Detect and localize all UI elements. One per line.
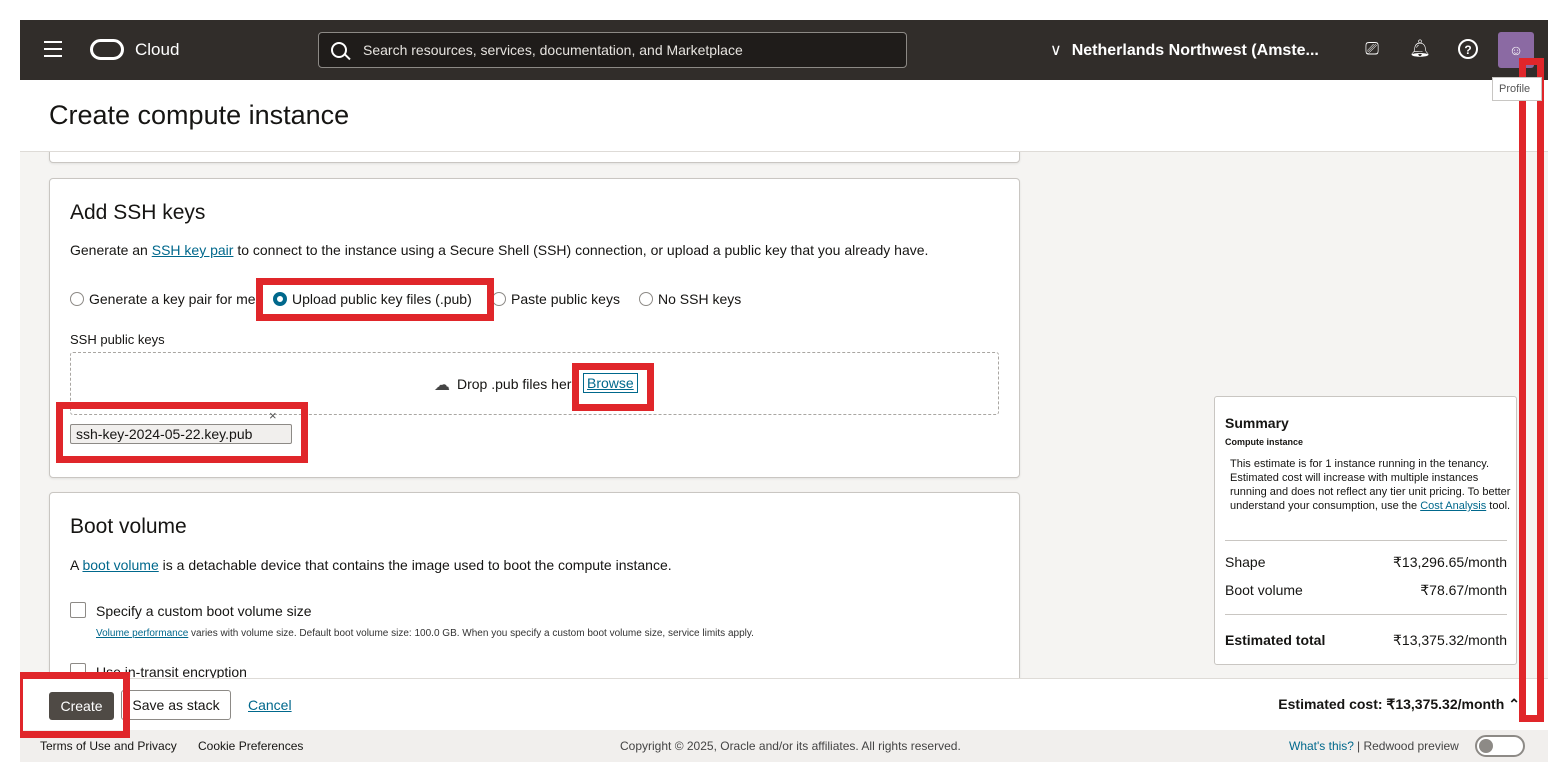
brand-name[interactable]: Cloud [135, 40, 179, 60]
radio-label: Upload public key files (.pub) [292, 291, 472, 307]
radio-button-selected[interactable] [273, 292, 287, 306]
page-header: Create compute instance [20, 80, 1548, 152]
boot-cost-row: Boot volume ₹78.67/month [1225, 582, 1507, 598]
cookie-preferences-link[interactable]: Cookie Preferences [198, 739, 303, 753]
upload-cloud-icon: ☁ [434, 377, 450, 394]
page-footer: Terms of Use and Privacy Cookie Preferen… [20, 730, 1548, 762]
in-transit-encryption-label: Use in-transit encryption [96, 664, 247, 678]
profile-tooltip: Profile [1492, 77, 1542, 101]
main-content[interactable]: Add SSH keys Generate an SSH key pair to… [20, 152, 1548, 678]
in-transit-encryption-checkbox[interactable] [70, 663, 86, 678]
boot-label: Boot volume [1225, 582, 1303, 598]
boot-desc-text: A [70, 557, 83, 573]
estimated-cost-text: Estimated cost: ₹13,375.32/month [1278, 696, 1505, 712]
top-navigation-bar: Cloud ∨ Netherlands Northwest (Amste... ⎚… [20, 20, 1548, 80]
radio-label: Paste public keys [511, 291, 620, 307]
region-name: Netherlands Northwest (Amste... [1071, 42, 1319, 59]
radio-button[interactable] [492, 292, 506, 306]
summary-note-end: tool. [1486, 500, 1511, 512]
cloud-shell-icon[interactable]: ⎚ [1361, 38, 1383, 60]
bell-icon[interactable]: 🔔︎ [1409, 38, 1431, 60]
ssh-desc-text-end: to connect to the instance using a Secur… [233, 242, 929, 258]
save-as-stack-button[interactable]: Save as stack [121, 690, 231, 720]
volume-help-text: Volume performance varies with volume si… [96, 628, 754, 639]
chevron-down-icon: ∨ [1050, 42, 1062, 59]
summary-divider [1225, 614, 1507, 615]
summary-divider [1225, 540, 1507, 541]
ssh-key-pair-link[interactable]: SSH key pair [152, 242, 234, 258]
drop-text: Drop .pub files here [457, 376, 580, 392]
file-drop-zone[interactable]: ☁ Drop .pub files here Browse [70, 352, 999, 415]
create-button[interactable]: Create [49, 692, 114, 720]
terms-link[interactable]: Terms of Use and Privacy [40, 739, 177, 753]
ssh-public-keys-label: SSH public keys [70, 332, 165, 347]
radio-button[interactable] [639, 292, 653, 306]
search-input[interactable] [363, 33, 893, 67]
ssh-description: Generate an SSH key pair to connect to t… [70, 242, 928, 258]
ssh-section-heading: Add SSH keys [70, 201, 206, 224]
close-icon[interactable]: × [269, 408, 277, 423]
search-icon [331, 42, 347, 58]
region-selector[interactable]: ∨ Netherlands Northwest (Amste... [1050, 40, 1319, 60]
uploaded-file-chip: ssh-key-2024-05-22.key.pub [70, 424, 292, 444]
total-value: ₹13,375.32/month [1393, 632, 1507, 648]
ssh-desc-text: Generate an [70, 242, 152, 258]
search-box[interactable] [318, 32, 907, 68]
shape-value: ₹13,296.65/month [1393, 554, 1507, 570]
custom-boot-size-label: Specify a custom boot volume size [96, 603, 312, 619]
browse-button[interactable]: Browse [583, 373, 638, 393]
volume-performance-link[interactable]: Volume performance [96, 628, 188, 639]
shape-cost-row: Shape ₹13,296.65/month [1225, 554, 1507, 570]
action-bar: Create Save as stack Cancel Estimated co… [20, 678, 1548, 730]
redwood-preview-toggle[interactable] [1475, 735, 1525, 757]
toggle-knob [1479, 739, 1493, 753]
hamburger-icon[interactable] [44, 41, 62, 57]
boot-section-heading: Boot volume [70, 515, 187, 538]
summary-note: This estimate is for 1 instance running … [1230, 457, 1512, 513]
ssh-keys-section: Add SSH keys Generate an SSH key pair to… [49, 178, 1020, 478]
cost-analysis-link[interactable]: Cost Analysis [1420, 500, 1486, 512]
redwood-preview-label: | Redwood preview [1357, 739, 1459, 753]
radio-label: No SSH keys [658, 291, 742, 307]
estimated-cost-toggle[interactable]: Estimated cost: ₹13,375.32/month ⌃ [1278, 696, 1520, 713]
cancel-link[interactable]: Cancel [248, 697, 292, 713]
boot-volume-link[interactable]: boot volume [82, 557, 158, 573]
oracle-logo-icon[interactable] [90, 39, 124, 60]
shape-label: Shape [1225, 554, 1266, 570]
cost-summary-panel: Summary Compute instance This estimate i… [1214, 396, 1517, 665]
total-cost-row: Estimated total ₹13,375.32/month [1225, 632, 1507, 648]
boot-value: ₹78.67/month [1420, 582, 1507, 598]
summary-subtitle: Compute instance [1225, 437, 1304, 447]
boot-description: A boot volume is a detachable device tha… [70, 557, 672, 573]
browser-frame: Cloud ∨ Netherlands Northwest (Amste... ⎚… [20, 20, 1548, 762]
page-title: Create compute instance [49, 100, 350, 130]
boot-volume-section: Boot volume A boot volume is a detachabl… [49, 492, 1020, 678]
boot-desc-text-end: is a detachable device that contains the… [158, 557, 672, 573]
custom-boot-size-checkbox[interactable] [70, 602, 86, 618]
volume-help-detail: varies with volume size. Default boot vo… [188, 628, 754, 639]
radio-label: Generate a key pair for me [89, 291, 256, 307]
help-icon[interactable]: ? [1458, 39, 1478, 59]
radio-button[interactable] [70, 292, 84, 306]
previous-section-card [49, 152, 1020, 163]
whats-this-link[interactable]: What's this? [1289, 739, 1354, 753]
total-label: Estimated total [1225, 632, 1326, 648]
chevron-up-icon: ⌃ [1508, 696, 1520, 712]
copyright-text: Copyright © 2025, Oracle and/or its affi… [620, 739, 961, 753]
user-icon[interactable]: ☺ [1498, 32, 1534, 68]
summary-title: Summary [1225, 415, 1289, 431]
